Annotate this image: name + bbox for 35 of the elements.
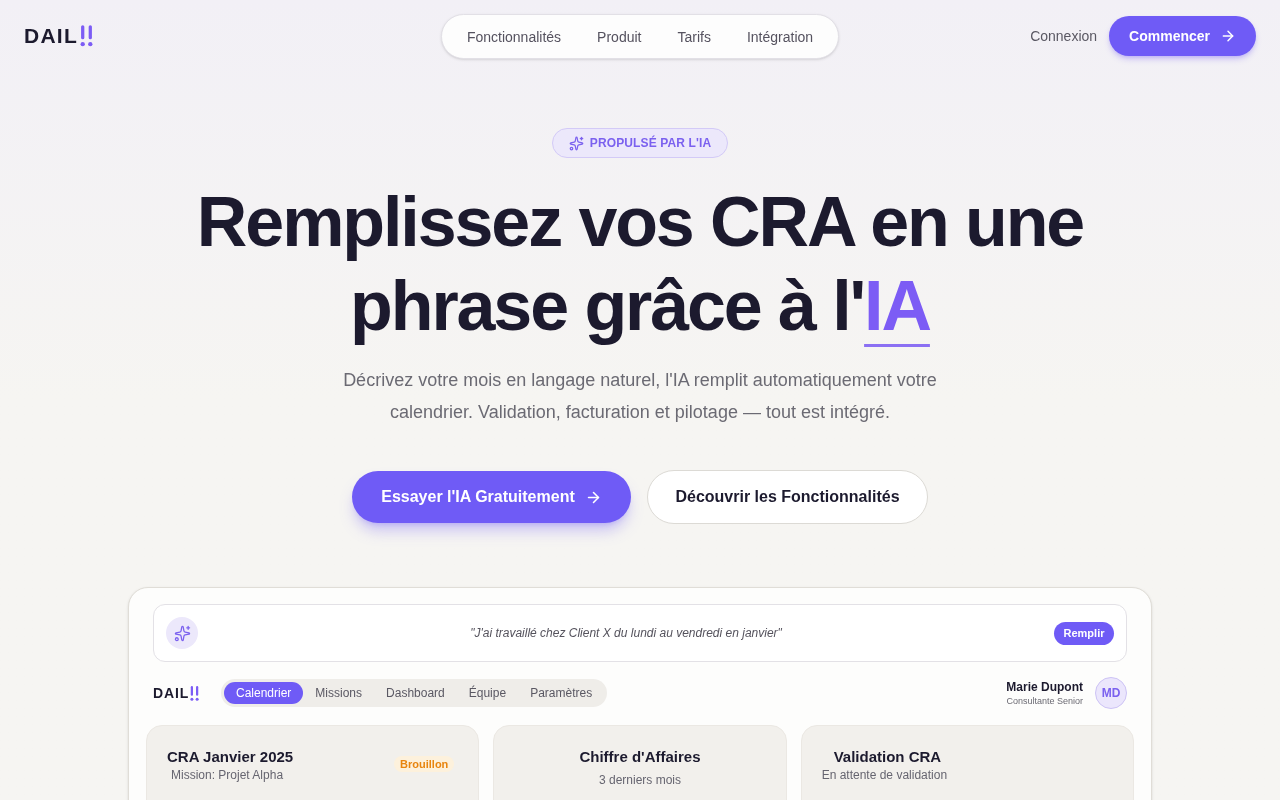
nav-link[interactable]: Intégration xyxy=(728,26,832,47)
tab[interactable]: Missions xyxy=(303,682,375,704)
hero-description: Décrivez votre mois en langage naturel, l'IA remplit automatiquement votre calendrier. Validation, facturation et pilotage — tout est intégré. xyxy=(342,369,938,424)
features-button[interactable]: Découvrir les Fonctionnalités xyxy=(647,470,928,524)
card-title: Chiffre d'Affaires xyxy=(579,747,701,767)
arrow-right-icon xyxy=(1220,28,1236,44)
card-subtitle: 3 derniers mois xyxy=(598,772,681,788)
tab[interactable]: Équipe xyxy=(456,682,519,704)
tab[interactable]: Paramètres xyxy=(518,682,605,704)
hero-title: Remplissez vos CRA en une phrase grâce à l'IA xyxy=(196,182,1084,347)
prompt-text: "J'ai travaillé chez Client X du lundi au vendredi en janvier" xyxy=(469,625,783,642)
sparkles-icon xyxy=(166,617,198,649)
tab[interactable]: Dashboard xyxy=(374,682,457,704)
status-badge: Brouillon xyxy=(394,756,455,772)
user-avatar[interactable]: MD xyxy=(1095,677,1127,709)
card-subtitle: Mission: Projet Alpha xyxy=(170,767,285,783)
logo-text[interactable]: DAIL xyxy=(24,24,79,48)
fill-button[interactable]: Remplir xyxy=(1054,621,1114,645)
logo-text: DAIL xyxy=(153,683,190,703)
user-role: Consultante Senior xyxy=(1006,695,1083,707)
nav-link[interactable]: Fonctionnalités xyxy=(448,26,580,47)
badge-text: PROPULSÉ PAR L'IA xyxy=(589,134,712,152)
nav-link[interactable]: Produit xyxy=(579,26,660,47)
card-subtitle: En attente de validation xyxy=(821,767,948,783)
try-ai-button[interactable]: Essayer l'IA Gratuitement xyxy=(352,471,631,523)
card-title: Validation CRA xyxy=(832,747,943,767)
tab[interactable]: Calendrier xyxy=(224,682,304,704)
user-name: Marie Dupont xyxy=(1006,679,1083,695)
card-title: CRA Janvier 2025 xyxy=(167,747,294,767)
start-button[interactable]: Commencer xyxy=(1109,16,1256,56)
sparkles-icon xyxy=(568,135,584,151)
logo-mark-icon xyxy=(190,685,200,701)
logo-mark-icon xyxy=(80,25,94,47)
nav-link[interactable]: Tarifs xyxy=(659,26,729,47)
login-link[interactable]: Connexion xyxy=(1030,25,1098,47)
